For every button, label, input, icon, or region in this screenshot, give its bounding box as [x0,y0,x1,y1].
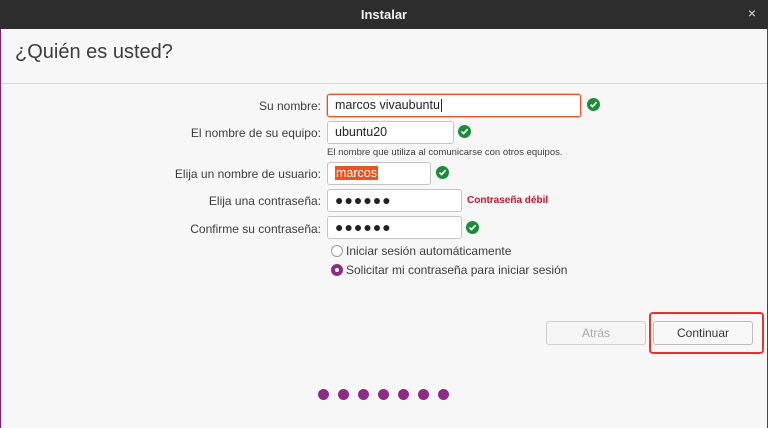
close-icon[interactable]: × [744,5,760,21]
autologin-label[interactable]: Iniciar sesión automáticamente [346,244,511,258]
username-input[interactable]: marcos [327,162,431,185]
progress-step-dot [398,389,409,400]
progress-step-dot [338,389,349,400]
require-password-radio[interactable] [331,264,343,276]
password-value: ●●●●●● [335,192,392,208]
check-circle-icon [587,98,600,111]
name-input-value: marcos vivaubuntu [335,98,440,112]
continue-button[interactable]: Continuar [653,321,753,345]
header-divider [1,83,767,84]
computer-name-value: ubuntu20 [335,125,388,139]
progress-step-dot [318,389,329,400]
progress-step-dot [358,389,369,400]
computer-name-input[interactable]: ubuntu20 [327,121,454,144]
require-password-label[interactable]: Solicitar mi contraseña para iniciar ses… [346,263,567,277]
installer-window: ¿Quién es usted? Su nombre: marcos vivau… [1,29,767,428]
password-input[interactable]: ●●●●●● [327,189,462,212]
back-button[interactable]: Atrás [546,321,646,345]
autologin-radio[interactable] [331,245,343,257]
password-strength: Contraseña débil [467,195,549,206]
window-title: Instalar [360,7,408,22]
title-bar: Instalar × [0,0,768,29]
confirm-password-label: Confirme su contraseña: [190,222,321,236]
computer-name-hint: El nombre que utiliza al comunicarse con… [327,147,563,158]
username-label: Elija un nombre de usuario: [174,167,321,181]
confirm-password-input[interactable]: ●●●●●● [327,216,462,239]
username-value: marcos [335,166,378,180]
password-label: Elija una contraseña: [208,194,321,208]
check-circle-icon [436,166,449,179]
text-caret [440,99,442,113]
page-title: ¿Quién es usted? [15,41,173,63]
check-circle-icon [458,125,471,138]
progress-step-dot [378,389,389,400]
name-input[interactable]: marcos vivaubuntu [327,94,581,117]
check-circle-icon [466,221,479,234]
progress-step-dot [418,389,429,400]
progress-step-dot [438,389,449,400]
confirm-password-value: ●●●●●● [335,219,392,235]
name-label: Su nombre: [258,99,321,113]
computer-name-label: El nombre de su equipo: [190,126,321,140]
